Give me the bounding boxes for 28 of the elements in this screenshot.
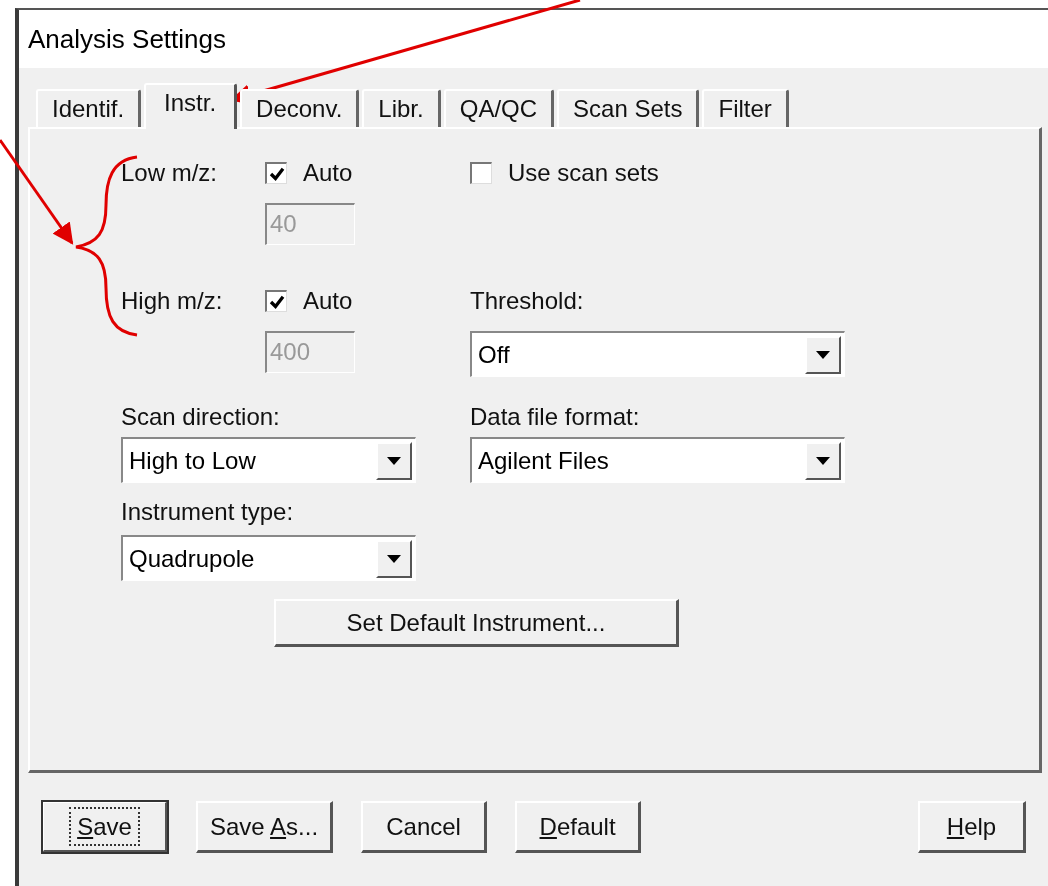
- checkbox-label: Auto: [303, 159, 353, 187]
- field-label: Low m/z:: [121, 159, 219, 187]
- tab[interactable]: Scan Sets: [557, 89, 700, 127]
- tab[interactable]: Identif.: [36, 89, 142, 127]
- dialog-button[interactable]: Save As...: [196, 801, 334, 853]
- field-label: Threshold:: [470, 287, 584, 315]
- field-label: High m/z:: [121, 287, 224, 315]
- dropdown[interactable]: High to Low: [121, 437, 416, 483]
- field-label: Instrument type:: [121, 498, 294, 526]
- checkbox-label: Auto: [303, 287, 353, 315]
- field-label: Data file format:: [470, 403, 640, 431]
- dialog-button[interactable]: Default: [515, 801, 642, 853]
- window-title: Analysis Settings: [28, 23, 226, 55]
- tab[interactable]: QA/QC: [443, 89, 555, 127]
- tab[interactable]: Deconv.: [240, 89, 360, 127]
- dialog-button[interactable]: Save: [42, 801, 168, 853]
- checkbox[interactable]: [470, 162, 492, 184]
- checkbox-label: Use scan sets: [508, 159, 659, 187]
- dropdown[interactable]: Agilent Files: [470, 437, 845, 483]
- tab[interactable]: Instr.: [144, 83, 238, 129]
- help-button[interactable]: Help: [918, 801, 1026, 853]
- tab[interactable]: Filter: [702, 89, 789, 127]
- set-default-instrument-button[interactable]: Set Default Instrument...: [274, 599, 679, 647]
- tab[interactable]: Libr.: [362, 89, 441, 127]
- dropdown[interactable]: Quadrupole: [121, 535, 416, 581]
- field-label: Scan direction:: [121, 403, 280, 431]
- dialog-button[interactable]: Cancel: [361, 801, 488, 853]
- dropdown[interactable]: Off: [470, 331, 845, 377]
